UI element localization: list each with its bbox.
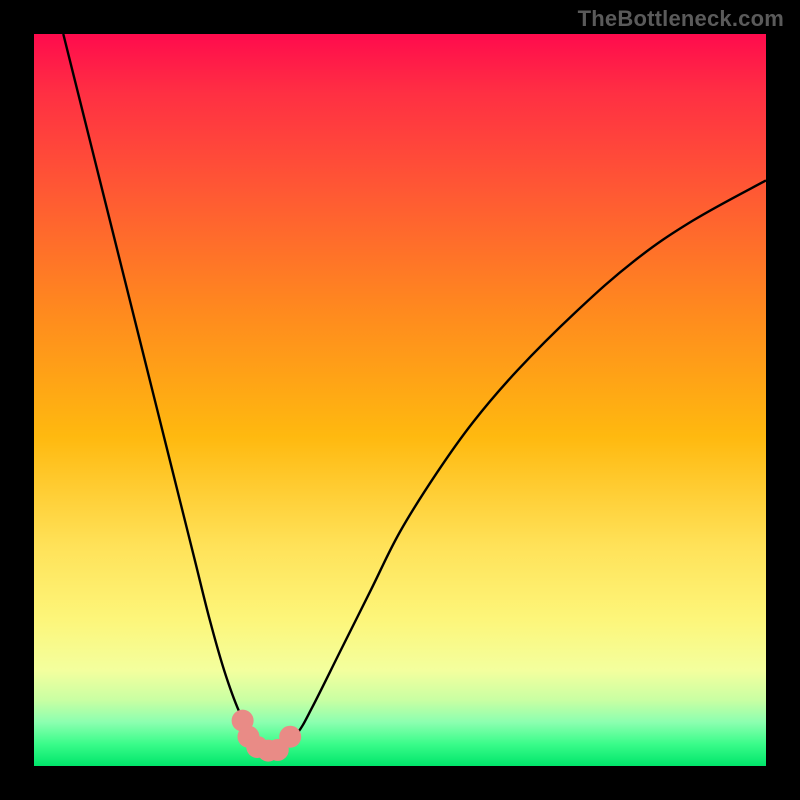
data-markers (34, 34, 766, 766)
watermark-text: TheBottleneck.com (578, 6, 784, 32)
data-marker (279, 726, 301, 748)
chart-container: TheBottleneck.com (0, 0, 800, 800)
marker-group (232, 710, 302, 762)
plot-area (34, 34, 766, 766)
